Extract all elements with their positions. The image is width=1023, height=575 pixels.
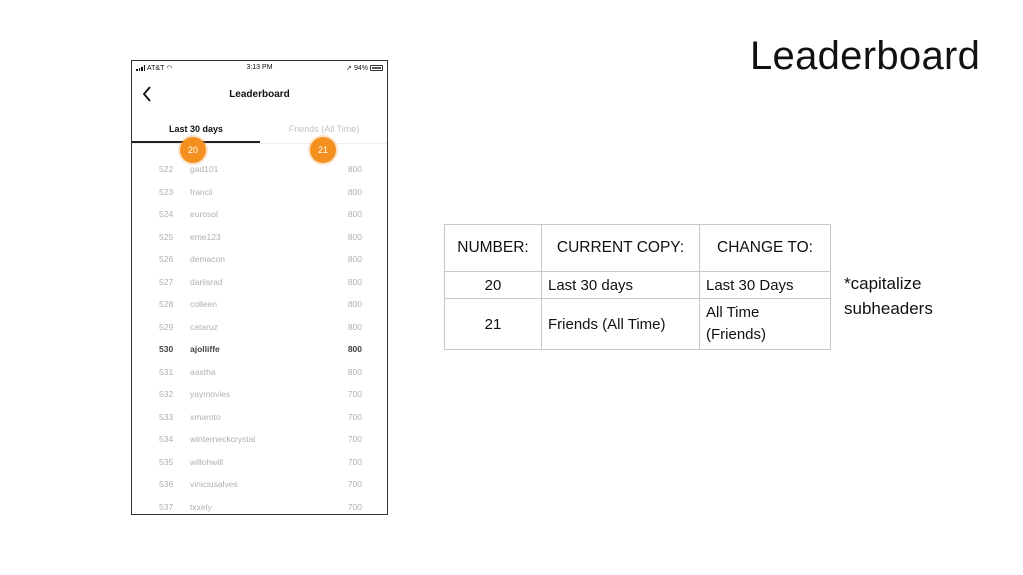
list-item[interactable]: 535 willohwill 700	[132, 452, 387, 475]
rank: 523	[159, 186, 174, 197]
list-item-current-user[interactable]: 530 ajolliffe 800	[132, 339, 387, 362]
battery-percent: 94%	[353, 64, 368, 72]
points: 800	[347, 344, 362, 354]
nav-bar: Leaderboard	[132, 75, 387, 115]
list-item[interactable]: 537 txxely 700	[132, 497, 387, 515]
points: 800	[347, 254, 362, 264]
username: eurosol	[190, 209, 218, 219]
rank: 531	[159, 366, 174, 377]
rank: 535	[159, 456, 174, 467]
username: ajolliffe	[190, 344, 220, 354]
points: 700	[347, 479, 362, 489]
points: 800	[347, 186, 362, 197]
list-item[interactable]: 529 cataruz 800	[132, 317, 387, 340]
list-item[interactable]: 526 demacon 800	[132, 249, 387, 272]
username: aastha	[190, 366, 216, 377]
username: eme123	[190, 231, 221, 242]
points: 800	[347, 164, 362, 174]
rank: 530	[159, 344, 174, 354]
list-item[interactable]: 531 aastha 800	[132, 362, 387, 385]
cell-change-to: Last 30 Days	[699, 271, 831, 299]
points: 800	[347, 276, 362, 287]
nav-title: Leaderboard	[229, 89, 290, 100]
username: gad101	[190, 164, 219, 174]
username: dariisrad	[190, 276, 223, 287]
rank: 534	[159, 434, 174, 444]
leaderboard-tabs: Last 30 days Friends (All Time)	[132, 115, 387, 144]
note-line-2: subheaders	[844, 299, 933, 318]
phone-screenshot: AT&T ◠ 3:13 PM ➚ 94% Leaderboard Last 30…	[131, 60, 388, 515]
rank: 525	[159, 231, 174, 242]
list-item[interactable]: 522 gad101 800	[132, 159, 387, 182]
note-line-1: *capitalize	[844, 274, 922, 293]
copy-change-table: NUMBER: CURRENT COPY: CHANGE TO: 20 Last…	[444, 224, 831, 350]
status-bar: AT&T ◠ 3:13 PM ➚ 94%	[132, 61, 387, 75]
rank: 536	[159, 479, 174, 489]
points: 700	[347, 434, 362, 444]
username: txxely	[190, 501, 212, 512]
cell-current-copy: Last 30 days	[541, 271, 700, 299]
rank: 537	[159, 501, 174, 512]
username: viniciusalves	[190, 479, 238, 489]
leaderboard-list: 522 gad101 800 523 francii 800 524 eurosol 800…	[132, 159, 387, 515]
battery-area: ➚ 94%	[346, 64, 383, 72]
header-change-to: CHANGE TO:	[699, 224, 831, 272]
slide-title: Leaderboard	[750, 34, 981, 78]
table-row: 21 Friends (All Time) All Time (Friends)	[444, 298, 831, 350]
username: demacon	[190, 254, 225, 264]
username: winterneckcrystal	[190, 434, 256, 444]
username: francii	[190, 186, 213, 197]
rank: 533	[159, 411, 174, 422]
capitalize-note: *capitalize subheaders	[844, 271, 933, 321]
change-to-line1: All Time	[706, 304, 760, 321]
list-item[interactable]: 536 viniciusalves 700	[132, 474, 387, 497]
points: 700	[347, 456, 362, 467]
header-number: NUMBER:	[444, 224, 542, 272]
points: 700	[347, 389, 362, 399]
rank: 522	[159, 164, 174, 174]
rank: 526	[159, 254, 174, 264]
points: 800	[347, 366, 362, 377]
list-item[interactable]: 533 xmaroto 700	[132, 407, 387, 430]
list-item[interactable]: 523 francii 800	[132, 182, 387, 205]
points: 700	[347, 411, 362, 422]
rank: 524	[159, 209, 174, 219]
list-item[interactable]: 528 colleen 800	[132, 294, 387, 317]
username: xmaroto	[190, 411, 221, 422]
points: 800	[347, 321, 362, 332]
points: 800	[347, 299, 362, 309]
username: yaymovies	[190, 389, 231, 399]
rank: 529	[159, 321, 174, 332]
header-current-copy: CURRENT COPY:	[541, 224, 700, 272]
points: 700	[347, 501, 362, 512]
list-item[interactable]: 525 eme123 800	[132, 227, 387, 250]
location-icon: ➚	[346, 65, 352, 72]
username: colleen	[190, 299, 217, 309]
battery-icon	[370, 65, 383, 71]
rank: 527	[159, 276, 174, 287]
change-to-line2: (Friends)	[706, 326, 767, 343]
list-item[interactable]: 532 yaymovies 700	[132, 384, 387, 407]
username: cataruz	[190, 321, 218, 332]
points: 800	[347, 231, 362, 242]
cell-change-to: All Time (Friends)	[699, 298, 831, 350]
username: willohwill	[190, 456, 224, 467]
list-item[interactable]: 524 eurosol 800	[132, 204, 387, 227]
table-header-row: NUMBER: CURRENT COPY: CHANGE TO:	[444, 224, 831, 272]
rank: 532	[159, 389, 174, 399]
cell-number: 21	[444, 298, 542, 350]
rank: 528	[159, 299, 174, 309]
table-row: 20 Last 30 days Last 30 Days	[444, 271, 831, 299]
list-item[interactable]: 527 dariisrad 800	[132, 272, 387, 295]
points: 800	[347, 209, 362, 219]
list-item[interactable]: 534 winterneckcrystal 700	[132, 429, 387, 452]
cell-current-copy: Friends (All Time)	[541, 298, 700, 350]
cell-number: 20	[444, 271, 542, 299]
